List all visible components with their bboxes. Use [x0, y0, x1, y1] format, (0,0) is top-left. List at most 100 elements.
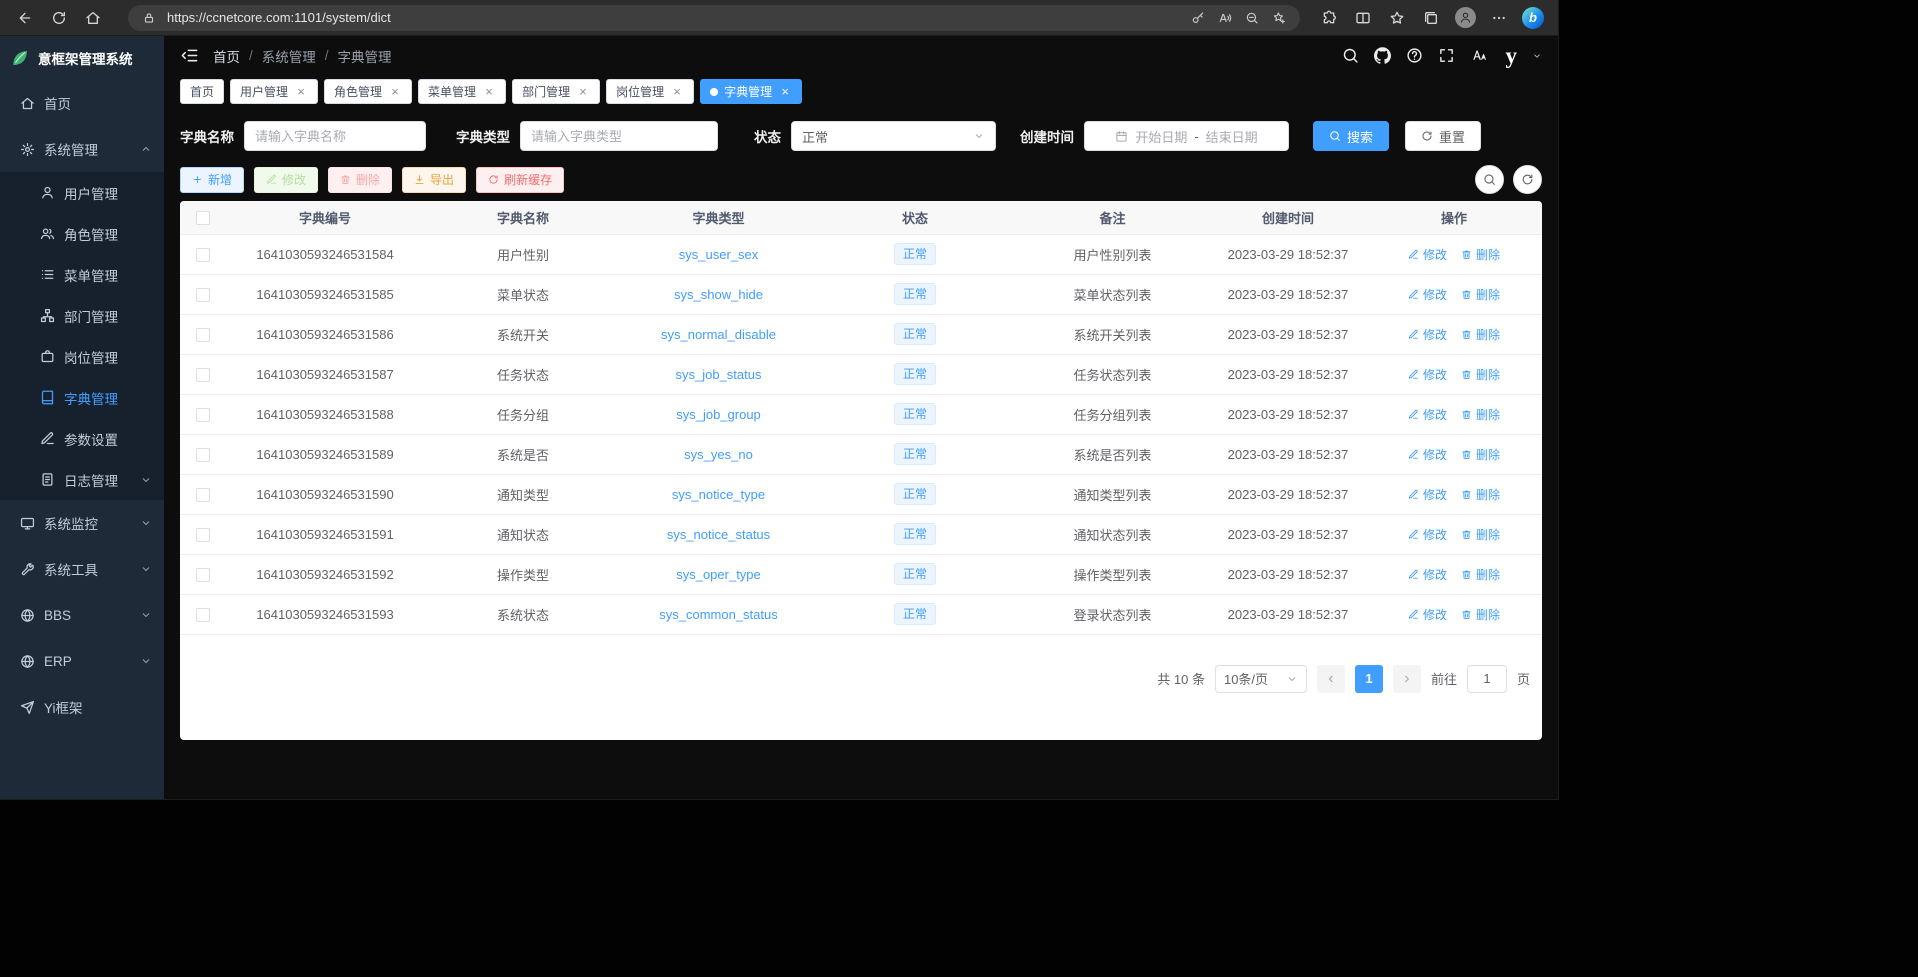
tab-post-management[interactable]: 岗位管理× — [606, 79, 694, 104]
split-screen-icon[interactable] — [1348, 4, 1378, 32]
refresh-cache-button[interactable]: 刷新缓存 — [476, 167, 564, 193]
row-delete-button[interactable]: 删除 — [1461, 406, 1500, 423]
select-all-checkbox[interactable] — [196, 211, 210, 225]
chevron-down-icon[interactable] — [1532, 51, 1542, 61]
row-edit-button[interactable]: 修改 — [1408, 366, 1447, 383]
row-edit-button[interactable]: 修改 — [1408, 526, 1447, 543]
dict-type-input[interactable] — [531, 129, 707, 144]
dict-name-input[interactable] — [255, 129, 415, 144]
goto-page-input[interactable] — [1467, 665, 1507, 693]
row-delete-button[interactable]: 删除 — [1461, 446, 1500, 463]
tab-menu-management[interactable]: 菜单管理× — [418, 79, 506, 104]
zoom-icon[interactable] — [1243, 9, 1261, 27]
address-bar[interactable]: https://ccnetcore.com:1101/system/dict — [128, 5, 1300, 31]
row-edit-button[interactable]: 修改 — [1408, 606, 1447, 623]
dict-type-link[interactable]: sys_normal_disable — [661, 327, 776, 342]
export-button[interactable]: 导出 — [402, 167, 466, 193]
add-favorite-icon[interactable] — [1270, 9, 1288, 27]
edit-button[interactable]: 修改 — [254, 167, 318, 193]
tab-close-icon[interactable]: × — [778, 85, 792, 99]
row-edit-button[interactable]: 修改 — [1408, 246, 1447, 263]
collections-icon[interactable] — [1416, 4, 1446, 32]
row-edit-button[interactable]: 修改 — [1408, 486, 1447, 503]
row-checkbox[interactable] — [196, 368, 210, 382]
read-aloud-icon[interactable] — [1216, 9, 1234, 27]
row-delete-button[interactable]: 删除 — [1461, 286, 1500, 303]
user-logo[interactable]: y — [1506, 44, 1518, 67]
refresh-table-button[interactable] — [1513, 165, 1542, 194]
row-checkbox[interactable] — [196, 568, 210, 582]
breadcrumb-system[interactable]: 系统管理 — [262, 46, 316, 66]
profile-avatar[interactable] — [1450, 4, 1480, 32]
help-icon[interactable] — [1406, 47, 1423, 64]
reload-icon[interactable] — [44, 4, 74, 32]
sidebar-item-log-management[interactable]: 日志管理 — [0, 459, 164, 500]
row-edit-button[interactable]: 修改 — [1408, 326, 1447, 343]
fullscreen-icon[interactable] — [1438, 47, 1455, 64]
sidebar-item-system-monitor[interactable]: 系统监控 — [0, 500, 164, 546]
row-delete-button[interactable]: 删除 — [1461, 526, 1500, 543]
sidebar-item-bbs[interactable]: BBS — [0, 592, 164, 638]
favorites-icon[interactable] — [1382, 4, 1412, 32]
dict-type-link[interactable]: sys_common_status — [659, 607, 778, 622]
home-icon[interactable] — [78, 4, 108, 32]
bing-chat-icon[interactable]: b — [1518, 4, 1548, 32]
tab-dict-management[interactable]: 字典管理× — [700, 79, 802, 104]
delete-button[interactable]: 删除 — [328, 167, 392, 193]
row-delete-button[interactable]: 删除 — [1461, 606, 1500, 623]
tab-close-icon[interactable]: × — [482, 85, 496, 99]
sidebar-item-post-management[interactable]: 岗位管理 — [0, 336, 164, 377]
start-date-placeholder[interactable]: 开始日期 — [1135, 127, 1187, 146]
row-checkbox[interactable] — [196, 448, 210, 462]
search-button[interactable]: 搜索 — [1313, 121, 1389, 151]
row-checkbox[interactable] — [196, 528, 210, 542]
next-page-button[interactable]: › — [1393, 665, 1421, 693]
search-icon[interactable] — [1342, 47, 1359, 64]
tab-user-management[interactable]: 用户管理× — [230, 79, 318, 104]
sidebar-toggle-icon[interactable] — [180, 46, 199, 65]
row-checkbox[interactable] — [196, 408, 210, 422]
row-delete-button[interactable]: 删除 — [1461, 486, 1500, 503]
sidebar-item-menu-management[interactable]: 菜单管理 — [0, 254, 164, 295]
dict-type-link[interactable]: sys_user_sex — [679, 247, 758, 262]
row-delete-button[interactable]: 删除 — [1461, 566, 1500, 583]
prev-page-button[interactable]: ‹ — [1317, 665, 1345, 693]
sidebar-item-dict-management[interactable]: 字典管理 — [0, 377, 164, 418]
tab-dept-management[interactable]: 部门管理× — [512, 79, 600, 104]
status-select[interactable]: 正常 — [791, 121, 996, 151]
row-checkbox[interactable] — [196, 288, 210, 302]
sidebar-item-param-settings[interactable]: 参数设置 — [0, 418, 164, 459]
back-icon[interactable] — [10, 4, 40, 32]
row-edit-button[interactable]: 修改 — [1408, 406, 1447, 423]
sidebar-item-system-management[interactable]: 系统管理 — [0, 126, 164, 172]
tab-close-icon[interactable]: × — [670, 85, 684, 99]
password-key-icon[interactable] — [1189, 9, 1207, 27]
breadcrumb-home[interactable]: 首页 — [213, 46, 240, 66]
dict-type-link[interactable]: sys_show_hide — [674, 287, 763, 302]
row-edit-button[interactable]: 修改 — [1408, 446, 1447, 463]
tab-role-management[interactable]: 角色管理× — [324, 79, 412, 104]
more-menu-icon[interactable] — [1484, 4, 1514, 32]
reset-button[interactable]: 重置 — [1405, 121, 1481, 151]
sidebar-item-role-management[interactable]: 角色管理 — [0, 213, 164, 254]
row-delete-button[interactable]: 删除 — [1461, 246, 1500, 263]
row-edit-button[interactable]: 修改 — [1408, 566, 1447, 583]
show-search-button[interactable] — [1475, 165, 1504, 194]
row-delete-button[interactable]: 删除 — [1461, 326, 1500, 343]
tab-close-icon[interactable]: × — [388, 85, 402, 99]
row-checkbox[interactable] — [196, 608, 210, 622]
row-checkbox[interactable] — [196, 248, 210, 262]
add-button[interactable]: 新增 — [180, 167, 244, 193]
font-size-icon[interactable] — [1470, 47, 1487, 64]
sidebar-item-user-management[interactable]: 用户管理 — [0, 172, 164, 213]
tab-close-icon[interactable]: × — [294, 85, 308, 99]
github-icon[interactable] — [1374, 47, 1391, 64]
dict-type-link[interactable]: sys_notice_type — [672, 487, 765, 502]
date-range-picker[interactable]: 开始日期 - 结束日期 — [1084, 121, 1289, 151]
dict-type-link[interactable]: sys_notice_status — [667, 527, 770, 542]
dict-type-link[interactable]: sys_yes_no — [684, 447, 753, 462]
tab-home[interactable]: 首页 — [180, 79, 224, 104]
row-checkbox[interactable] — [196, 488, 210, 502]
end-date-placeholder[interactable]: 结束日期 — [1206, 127, 1258, 146]
row-edit-button[interactable]: 修改 — [1408, 286, 1447, 303]
